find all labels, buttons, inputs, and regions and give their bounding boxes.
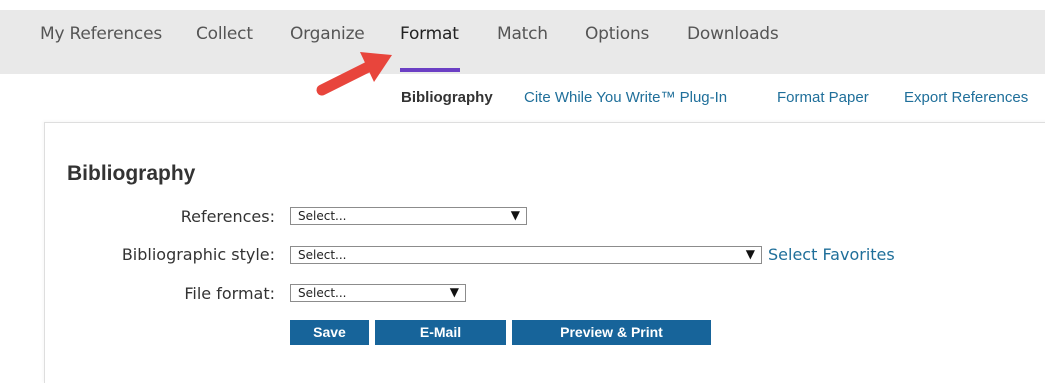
tab-options[interactable]: Options xyxy=(585,24,649,44)
references-label: References: xyxy=(180,207,275,226)
tab-downloads[interactable]: Downloads xyxy=(687,24,779,44)
tab-collect[interactable]: Collect xyxy=(196,24,253,44)
preview-print-button[interactable]: Preview & Print xyxy=(512,320,711,345)
select-favorites-link[interactable]: Select Favorites xyxy=(768,245,895,264)
references-select[interactable]: Select... ▼ xyxy=(290,207,527,225)
tab-format[interactable]: Format xyxy=(400,24,459,44)
section-title: Bibliography xyxy=(67,162,196,185)
file-format-select-value: Select... xyxy=(298,286,347,300)
subnav-cite-while-you-write[interactable]: Cite While You Write™ Plug-In xyxy=(524,89,727,106)
references-select-value: Select... xyxy=(298,209,347,223)
tab-my-references[interactable]: My References xyxy=(40,24,162,44)
dropdown-arrow-icon: ▼ xyxy=(449,285,459,299)
style-select[interactable]: Select... ▼ xyxy=(290,246,762,264)
style-select-value: Select... xyxy=(298,248,347,262)
dropdown-arrow-icon: ▼ xyxy=(510,208,520,222)
file-format-select[interactable]: Select... ▼ xyxy=(290,284,466,302)
subnav-export-references[interactable]: Export References xyxy=(904,89,1028,106)
subnav-format-paper[interactable]: Format Paper xyxy=(777,89,869,106)
active-tab-indicator xyxy=(400,68,460,72)
style-label: Bibliographic style: xyxy=(121,245,275,264)
tab-match[interactable]: Match xyxy=(497,24,548,44)
save-button[interactable]: Save xyxy=(290,320,369,345)
tab-organize[interactable]: Organize xyxy=(290,24,365,44)
file-format-label: File format: xyxy=(184,284,275,303)
dropdown-arrow-icon: ▼ xyxy=(745,247,755,261)
email-button[interactable]: E-Mail xyxy=(375,320,506,345)
subnav-bibliography[interactable]: Bibliography xyxy=(401,89,493,106)
red-arrow-icon xyxy=(316,52,392,96)
